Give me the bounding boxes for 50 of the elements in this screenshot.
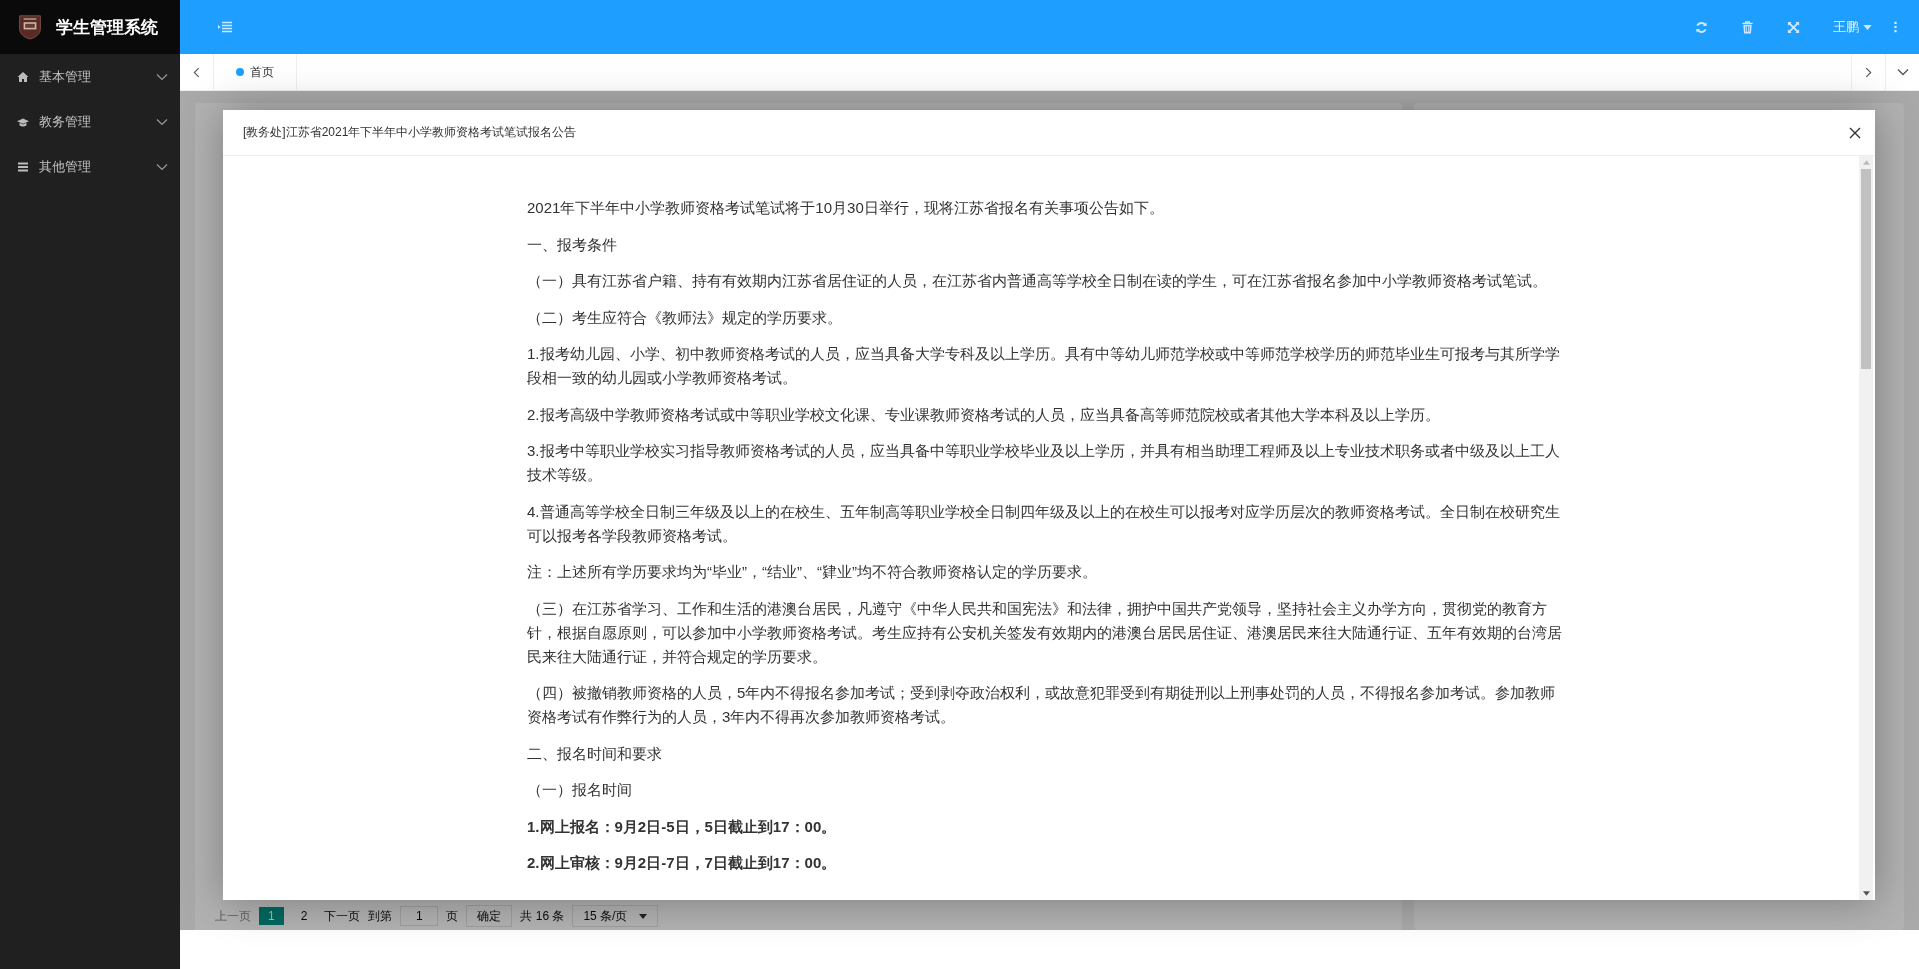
chevron-down-icon [156, 162, 168, 171]
school-emblem-icon [18, 14, 42, 40]
dialog-title: [教务处]江苏省2021年下半年中小学教师资格考试笔试报名公告 [243, 124, 578, 141]
paragraph: （四）被撤销教师资格的人员，5年内不得报名参加考试；受到剥夺政治权利，或故意犯罪受到有期徒刑以上刑事处罚的人员，不得报名参加考试。参加教师资格考试有作弊行为的人员，3年内不得再次参加教师资格考试。 [527, 683, 1557, 727]
paragraph: 一、报考条件 [527, 234, 618, 255]
fullscreen-icon[interactable] [1787, 20, 1800, 34]
close-icon[interactable] [1849, 126, 1861, 139]
page-input[interactable]: 1 [400, 906, 439, 926]
confirm-button[interactable]: 确定 [466, 905, 513, 927]
scroll-down-arrow-icon[interactable] [1862, 891, 1870, 896]
paragraph: 注：上述所有学历要求均为“毕业”，“结业”、“肄业”均不符合教师资格认定的学历要求。 [527, 562, 1098, 582]
chevron-down-icon [156, 72, 168, 81]
sidebar-item[interactable]: 其他管理 [0, 144, 180, 189]
paragraph: （三）在江苏省学习、工作和生活的港澳台居民，凡遵守《中华人民共和国宪法》和法律，拥护中国共产党领导，坚持社会主义办学方向，贯彻党的教育方针，根据自愿原则，可以参加中小学教师资格考试。考生应持有公安机关签发有效期内的港澳台居民居住证、港澳居民来往大陆通行证、五年有效期的台湾居民来往大陆通行证，并符合规定的学历要求。 [527, 598, 1563, 667]
paragraph: 3.报考中等职业学校实习指导教师资格考试的人员，应当具备中等职业学校毕业及以上学历，并具有相当助理工程师及以上专业技术职务或者中级及以上工人技术等级。 [527, 441, 1561, 485]
refresh-icon[interactable] [1695, 20, 1708, 34]
paragraph: （一）具有江苏省户籍、持有有效期内江苏省居住证的人员，在江苏省内普通高等学校全日制在读的学生，可在江苏省报名参加中小学教师资格考试笔试。 [527, 271, 1548, 291]
total-count: 共 16 条 [520, 907, 565, 925]
paragraph: 1.网上报名：9月2日-5日，5日截止到17：00。 [527, 816, 838, 837]
paragraph: （二）考生应符合《教师法》规定的学历要求。 [527, 307, 843, 328]
chevron-left-icon [193, 66, 200, 78]
chevron-down-icon [1896, 68, 1909, 76]
caret-icon [639, 913, 648, 919]
menu-icon [17, 160, 29, 173]
paragraph: （一）报名时间 [527, 780, 633, 800]
paragraph: 1.报考幼儿园、小学、初中教师资格考试的人员，应当具备大学专科及以上学历。具有中等幼儿师范学校或中等师范学校学历的师范毕业生可报考与其所学学段相一致的幼儿园或小学教师资格考试。 [527, 344, 1561, 388]
goto-label: 到第 [368, 907, 393, 925]
paragraph: 4.普通高等学校全日制三年级及以上的在校生、五年制高等职业学校全日制四年级及以上的在校生可以报考对应学历层次的教师资格考试。全日制在校研究生可以报考各学段教师资格考试。 [527, 501, 1561, 546]
paragraph: 二、报名时间和要求 [527, 743, 663, 764]
page-unit: 页 [446, 907, 459, 925]
menu-toggle-icon[interactable] [218, 21, 232, 33]
scroll-up-arrow-icon[interactable] [1862, 160, 1870, 165]
chevron-right-icon [1865, 66, 1872, 78]
next-page-link[interactable]: 下一页 [324, 907, 361, 925]
paragraph: 2.网上审核：9月2日-7日，7日截止到17：00。 [527, 853, 838, 873]
paragraph: 2021年下半年中小学教师资格考试笔试将于10月30日举行，现将江苏省报名有关事项公告如下。 [527, 198, 1165, 218]
tab[interactable]: 首页 [214, 54, 297, 90]
scrollbar[interactable] [1859, 156, 1873, 900]
sidebar-item[interactable]: 基本管理 [0, 54, 180, 99]
page-size-select[interactable]: 15 条/页 [572, 905, 659, 927]
home-icon [17, 70, 29, 83]
more-icon[interactable] [1894, 21, 1897, 33]
paragraph: 2.报考高级中学教师资格考试或中等职业学校文化课、专业课教师资格考试的人员，应当具备高等师范院校或者其他大学本科及以上学历。 [527, 404, 1441, 425]
sidebar-item[interactable]: 教务管理 [0, 99, 180, 144]
chevron-down-icon [156, 117, 168, 126]
scrollbar-thumb[interactable] [1861, 169, 1871, 369]
trash-icon[interactable] [1741, 20, 1754, 34]
page-number[interactable]: 2 [291, 907, 317, 925]
caret-icon [1863, 24, 1872, 30]
app-title: 学生管理系统 [56, 16, 158, 39]
